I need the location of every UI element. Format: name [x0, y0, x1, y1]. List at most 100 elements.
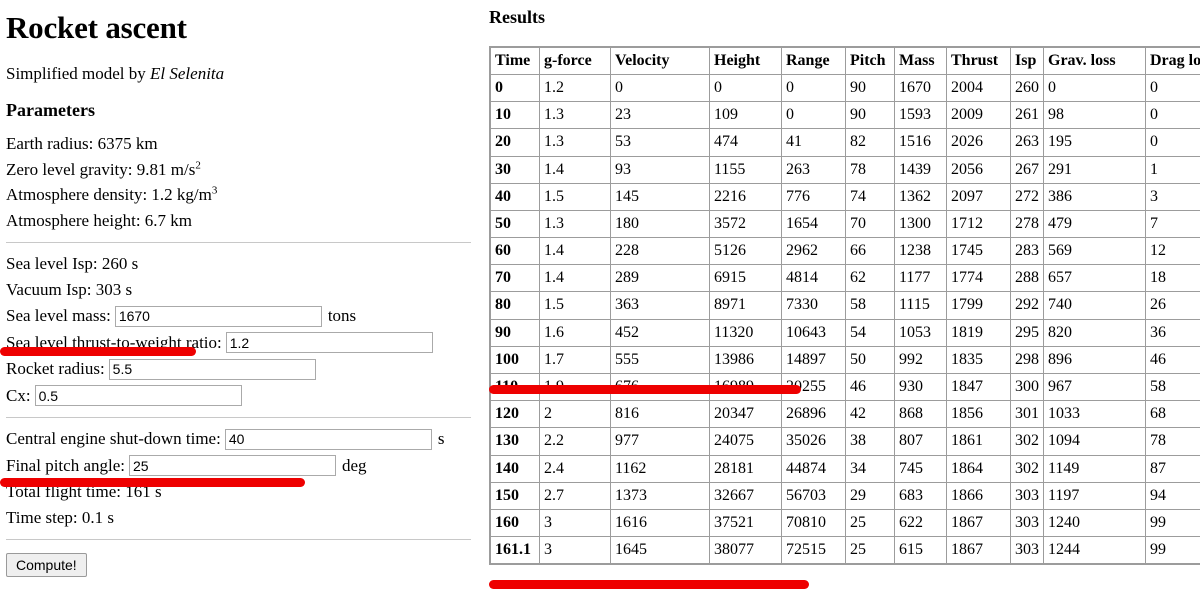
cell-range: 26896 [781, 400, 846, 429]
cell-pitch: 66 [845, 237, 895, 266]
cell-velocity: 53 [610, 128, 710, 157]
cell-velocity: 676 [610, 373, 710, 402]
results-table-body: 0 1.2 0 0 0 90 1670 2004 260 0 0 10 1.3 23 109 0 90 1593 2… [489, 73, 1200, 565]
constant-atmosphere-density: Atmosphere density: 1.2 kg/m3 [6, 182, 477, 208]
column-header-range: Range [781, 46, 846, 75]
cell-isp: 283 [1010, 237, 1044, 266]
column-header-mass: Mass [894, 46, 947, 75]
field-label: Sea level mass: [6, 306, 111, 326]
environment-constants: Earth radius: 6375 km Zero level gravity… [6, 131, 477, 233]
cell-grav-loss: 657 [1043, 264, 1146, 293]
field-unit: tons [327, 306, 357, 326]
cell-height: 474 [709, 128, 782, 157]
cell-velocity: 1645 [610, 536, 710, 565]
cell-drag-loss: 78 [1145, 427, 1200, 456]
cell-drag-loss: 12 [1145, 237, 1200, 266]
cell-isp: 295 [1010, 318, 1044, 347]
cell-mass: 1516 [894, 128, 947, 157]
cell-thrust: 1864 [946, 454, 1011, 483]
cell-velocity: 180 [610, 209, 710, 239]
cell-mass: 1593 [894, 101, 947, 130]
cell-height: 16989 [709, 373, 782, 402]
thrust-to-weight-input[interactable] [225, 332, 433, 354]
cell-time: 90 [489, 318, 540, 347]
cell-drag-loss: 1 [1145, 155, 1200, 184]
static-sea-level-isp: Sea level Isp: 260 s [6, 254, 139, 274]
cell-drag-loss: 46 [1145, 345, 1200, 375]
cx-input[interactable] [34, 385, 242, 407]
cell-grav-loss: 1149 [1043, 454, 1146, 483]
cell-drag-loss: 7 [1145, 209, 1200, 239]
cell-pitch: 34 [845, 454, 895, 483]
cell-time: 140 [489, 454, 540, 483]
cell-pitch: 78 [845, 155, 895, 184]
cell-mass: 1439 [894, 155, 947, 184]
cell-time: 60 [489, 237, 540, 266]
cell-time: 150 [489, 481, 540, 510]
final-pitch-angle-input[interactable] [128, 455, 336, 477]
cell-g-force: 2.7 [539, 481, 611, 510]
cell-isp: 298 [1010, 345, 1044, 375]
table-row: 0 1.2 0 0 0 90 1670 2004 260 0 0 [489, 73, 1200, 103]
cell-velocity: 452 [610, 318, 710, 347]
cell-velocity: 977 [610, 427, 710, 456]
rocket-static-values: Sea level Isp: 260 s Vacuum Isp: 303 s [6, 251, 477, 302]
table-row: 150 2.7 1373 32667 56703 29 683 1866 303 1197 94 [489, 481, 1200, 510]
cell-range: 1654 [781, 209, 846, 239]
cell-time: 100 [489, 345, 540, 375]
cell-range: 72515 [781, 536, 846, 565]
cell-g-force: 1.9 [539, 373, 611, 402]
cell-pitch: 74 [845, 182, 895, 211]
cell-drag-loss: 58 [1145, 373, 1200, 402]
flight-static-values: Total flight time: 161 s Time step: 0.1 … [6, 479, 477, 530]
cell-g-force: 1.3 [539, 209, 611, 239]
cell-range: 4814 [781, 264, 846, 293]
divider-rocket [6, 242, 471, 244]
cell-pitch: 70 [845, 209, 895, 239]
divider-actions [6, 539, 471, 541]
cell-height: 24075 [709, 427, 782, 456]
cell-velocity: 1616 [610, 508, 710, 538]
cell-height: 13986 [709, 345, 782, 375]
cell-thrust: 1819 [946, 318, 1011, 347]
cell-height: 5126 [709, 237, 782, 266]
compute-button[interactable]: Compute! [6, 553, 87, 578]
column-header-grav-loss: Grav. loss [1043, 46, 1146, 75]
field-unit: s [437, 429, 445, 449]
field-final-pitch-angle: Final pitch angle: deg [6, 453, 477, 479]
table-row: 130 2.2 977 24075 35026 38 807 1861 302 1094 78 [489, 427, 1200, 456]
table-row: 161.1 3 1645 38077 72515 25 615 1867 303 1244 99 [489, 536, 1200, 565]
cell-pitch: 50 [845, 345, 895, 375]
cell-thrust: 1861 [946, 427, 1011, 456]
cell-mass: 807 [894, 427, 947, 456]
results-heading: Results [489, 7, 546, 27]
page-title: Rocket ascent [6, 10, 187, 45]
table-row: 40 1.5 145 2216 776 74 1362 2097 272 386 3 [489, 182, 1200, 211]
sea-level-mass-input[interactable] [114, 305, 322, 327]
field-shutdown-time: Central engine shut-down time: s [6, 426, 477, 452]
shutdown-time-input[interactable] [224, 428, 432, 450]
cell-height: 28181 [709, 454, 782, 483]
cell-time: 20 [489, 128, 540, 157]
cell-drag-loss: 26 [1145, 291, 1200, 320]
cell-drag-loss: 3 [1145, 182, 1200, 211]
cell-height: 6915 [709, 264, 782, 293]
field-label: Final pitch angle: [6, 455, 125, 475]
parameters-panel: Rocket ascent Simplified model by El Sel… [0, 0, 477, 610]
cell-isp: 303 [1010, 481, 1044, 510]
cell-range: 70810 [781, 508, 846, 538]
superscript: 3 [211, 184, 218, 197]
rocket-radius-input[interactable] [108, 358, 316, 380]
cell-grav-loss: 1197 [1043, 481, 1146, 510]
cell-drag-loss: 94 [1145, 481, 1200, 510]
column-header-thrust: Thrust [946, 46, 1011, 75]
cell-mass: 615 [894, 536, 947, 565]
cell-isp: 303 [1010, 508, 1044, 538]
cell-mass: 1053 [894, 318, 947, 347]
table-row: 110 1.9 676 16989 20255 46 930 1847 300 967 58 [489, 373, 1200, 402]
cell-grav-loss: 896 [1043, 345, 1146, 375]
constant-label: Zero level gravity: 9.81 m/s [6, 159, 196, 179]
cell-height: 8971 [709, 291, 782, 320]
cell-thrust: 1866 [946, 481, 1011, 510]
cell-grav-loss: 1244 [1043, 536, 1146, 565]
